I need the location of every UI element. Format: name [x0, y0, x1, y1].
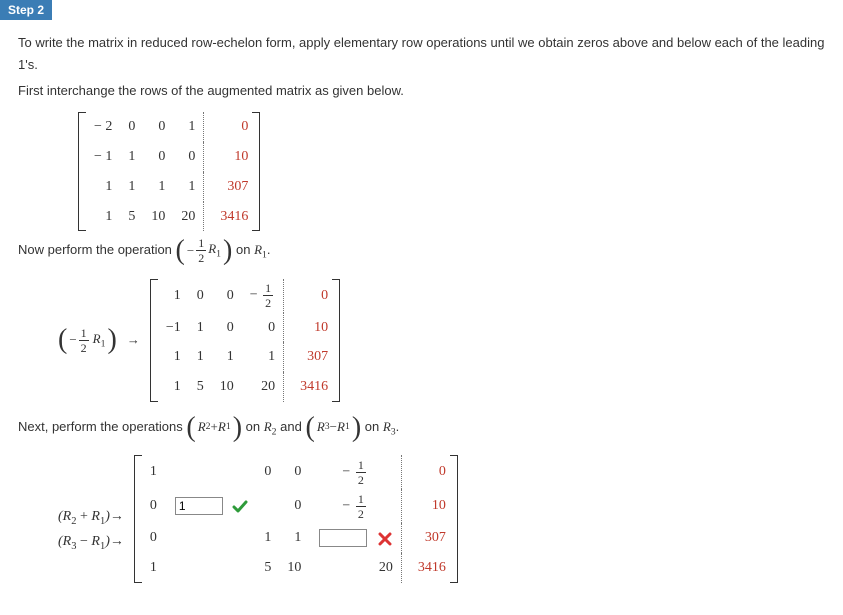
m1-r4aug: 3416	[204, 202, 253, 232]
m2-r2c4: 0	[242, 313, 284, 343]
on-R2-text: on	[246, 419, 264, 434]
m3-r1c3: 0	[256, 455, 279, 489]
row-op-b-label: (R3 − R1)→	[58, 534, 124, 553]
op1-arrow-label: ( − 1 2 R1 )	[58, 327, 117, 354]
m1-r2aug: 10	[204, 142, 253, 172]
m3-r3c1: 0	[142, 523, 165, 553]
m3-r3c4: 1	[279, 523, 309, 553]
arrow-icon: →	[127, 329, 140, 351]
m3-r3c2	[165, 523, 257, 553]
matrix1: − 2 0 0 1 0 − 1 1 0 0 10 1 1 1 1	[78, 112, 260, 231]
m1-r2c1: − 1	[86, 142, 120, 172]
m2-r1aug: 0	[284, 279, 333, 313]
m2-r4aug: 3416	[284, 372, 333, 402]
m1-r4c1: 1	[86, 202, 120, 232]
m3-r1c1: 1	[142, 455, 165, 489]
m2-r2c2: 1	[189, 313, 212, 343]
m3-r4c2	[165, 553, 257, 583]
x-icon	[377, 531, 393, 545]
m2-r3c2: 1	[189, 342, 212, 372]
matrix3: 1 0 0 − 12 0 0	[134, 455, 458, 583]
intro-line-2: First interchange the rows of the augmen…	[18, 80, 825, 102]
m2-r4c4: 20	[242, 372, 284, 402]
m2-r3aug: 307	[284, 342, 333, 372]
m1-r3c4: 1	[173, 172, 204, 202]
m2-r2c3: 0	[212, 313, 242, 343]
m2-r1c1: 1	[158, 279, 189, 313]
op2b-paren: ( R3 − R1 )	[305, 416, 361, 438]
m1-r2c2: 1	[120, 142, 143, 172]
m1-r3aug: 307	[204, 172, 253, 202]
m2-r2aug: 10	[284, 313, 333, 343]
m1-r3c2: 1	[120, 172, 143, 202]
row-op-a-label: (R2 + R1)→	[58, 509, 124, 528]
m1-r1c2: 0	[120, 112, 143, 142]
m1-r1c4: 1	[173, 112, 204, 142]
m2-r1c4: − 12	[242, 279, 284, 313]
next-perform-text: Next, perform the operations	[18, 419, 186, 434]
m3-r4aug: 3416	[401, 553, 450, 583]
m2-r1c2: 0	[189, 279, 212, 313]
R1-label: R1	[254, 242, 267, 257]
m3-r2c1: 0	[142, 489, 165, 523]
m2-r4c3: 10	[212, 372, 242, 402]
m3-r2c3	[256, 489, 279, 523]
m1-r4c2: 5	[120, 202, 143, 232]
m3-r2c2-cell	[165, 489, 257, 523]
m3-r3aug: 307	[401, 523, 450, 553]
m2-r4c1: 1	[158, 372, 189, 402]
R2-label: R2	[264, 419, 277, 434]
m1-r1aug: 0	[204, 112, 253, 142]
matrix2: 1 0 0 − 12 0 −1 1 0 0 10 1	[150, 279, 340, 402]
m3-r1c4: 0	[279, 455, 309, 489]
m3-r4c5: 20	[309, 553, 401, 583]
next-perform-line: Next, perform the operations ( R2 + R1 )…	[18, 416, 825, 441]
m2-r3c1: 1	[158, 342, 189, 372]
m2-r3c3: 1	[212, 342, 242, 372]
on-R3-text: on	[365, 419, 383, 434]
matrix2-row: ( − 1 2 R1 ) → 1 0 0 −	[58, 273, 825, 408]
m2-r1c3: 0	[212, 279, 242, 313]
m3-r4c4: 10	[279, 553, 309, 583]
m3-r3c5-cell	[309, 523, 401, 553]
R3-label: R3	[383, 419, 396, 434]
m3-r4c1: 1	[142, 553, 165, 583]
m1-r3c3: 1	[143, 172, 173, 202]
row-ops-labels: (R2 + R1)→ (R3 − R1)→	[58, 509, 124, 554]
m2-r3c4: 1	[242, 342, 284, 372]
m3-r3c3: 1	[256, 523, 279, 553]
answer-input-2[interactable]	[319, 529, 367, 547]
m1-r4c4: 20	[173, 202, 204, 232]
m1-r1c1: − 2	[86, 112, 120, 142]
now-perform-text: Now perform the operation	[18, 242, 176, 257]
answer-input-1[interactable]	[175, 497, 223, 515]
m1-r3c1: 1	[86, 172, 120, 202]
m3-r2c5: − 12	[309, 489, 401, 523]
on-text: on	[236, 242, 254, 257]
m1-r2c3: 0	[143, 142, 173, 172]
intro-line-1: To write the matrix in reduced row-echel…	[18, 32, 825, 76]
check-icon	[232, 499, 248, 513]
m2-r4c2: 5	[189, 372, 212, 402]
step-header: Step 2	[0, 0, 52, 20]
m3-r2aug: 10	[401, 489, 450, 523]
m2-r2c1: −1	[158, 313, 189, 343]
m1-r1c3: 0	[143, 112, 173, 142]
m3-r2c4: 0	[279, 489, 309, 523]
op2a-paren: ( R2 + R1 )	[186, 416, 242, 438]
and-text: and	[280, 419, 305, 434]
m3-r1c2	[165, 455, 257, 489]
matrix1-container: − 2 0 0 1 0 − 1 1 0 0 10 1 1 1 1	[78, 106, 825, 237]
matrix3-row: (R2 + R1)→ (R3 − R1)→ 1 0 0 − 12 0	[58, 449, 825, 589]
m3-r4c3: 5	[256, 553, 279, 583]
m1-r2c4: 0	[173, 142, 204, 172]
op1-fraction: 1 2	[196, 237, 206, 264]
m3-r1aug: 0	[401, 455, 450, 489]
m3-r1c5: − 12	[309, 455, 401, 489]
now-perform-line: Now perform the operation ( − 1 2 R1 ) o…	[18, 237, 825, 264]
op1-paren: ( − 1 2 R1 )	[176, 237, 233, 264]
content-region: To write the matrix in reduced row-echel…	[0, 32, 843, 615]
m1-r4c3: 10	[143, 202, 173, 232]
